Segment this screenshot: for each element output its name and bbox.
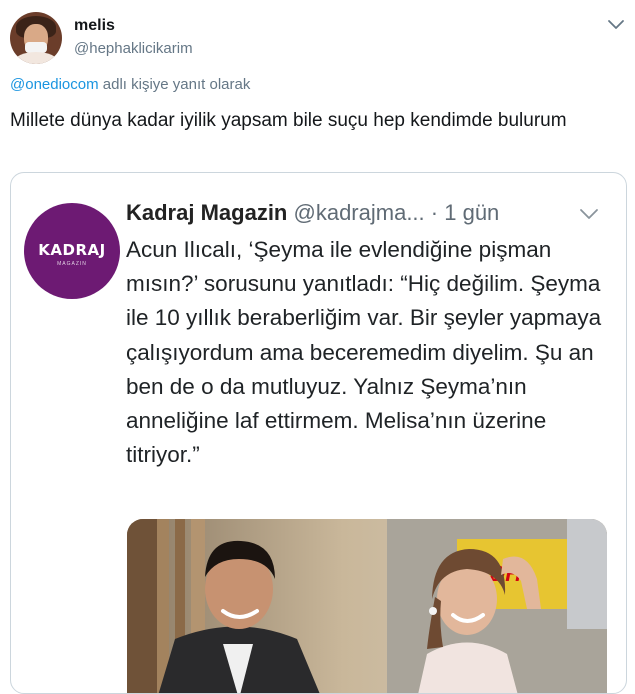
reply-context-label: adlı kişiye yanıt olarak	[98, 76, 251, 93]
display-name[interactable]: melis	[74, 17, 115, 35]
quoted-tweet-text: Acun Ilıcalı, ‘Şeyma ile evlendiğine piş…	[126, 237, 602, 468]
quoted-display-name: Kadraj Magazin	[126, 200, 288, 225]
chevron-down-icon[interactable]	[605, 13, 627, 35]
user-handle[interactable]: @hephaklicikarim	[74, 40, 193, 57]
user-avatar[interactable]	[10, 12, 62, 64]
quoted-photo: DHL	[127, 519, 607, 693]
reply-context: @onediocom adlı kişiye yanıt olarak	[10, 76, 250, 93]
chevron-down-icon	[580, 209, 598, 219]
quoted-separator: ·	[430, 200, 439, 225]
tweet-text: Millete dünya kadar iyilik yapsam bile s…	[10, 110, 567, 131]
kadraj-logo-text: KADRAJ	[38, 241, 106, 259]
quoted-timestamp: 1 gün	[444, 200, 500, 225]
photo-illustration: DHL	[127, 519, 607, 693]
kadraj-logo: KADRAJ MAGAZIN	[24, 203, 120, 299]
quoted-handle: @kadrajma...	[293, 200, 425, 225]
kadraj-logo-subtext: MAGAZIN	[57, 261, 87, 267]
quoted-header: Kadraj Magazin @kadrajma... · 1 gün	[126, 200, 499, 226]
reply-mention-link[interactable]: @onediocom	[10, 76, 99, 93]
avatar-body	[14, 52, 58, 64]
quoted-tweet-image-card[interactable]: KADRAJ MAGAZIN Kadraj Magazin @kadrajma.…	[10, 172, 627, 694]
